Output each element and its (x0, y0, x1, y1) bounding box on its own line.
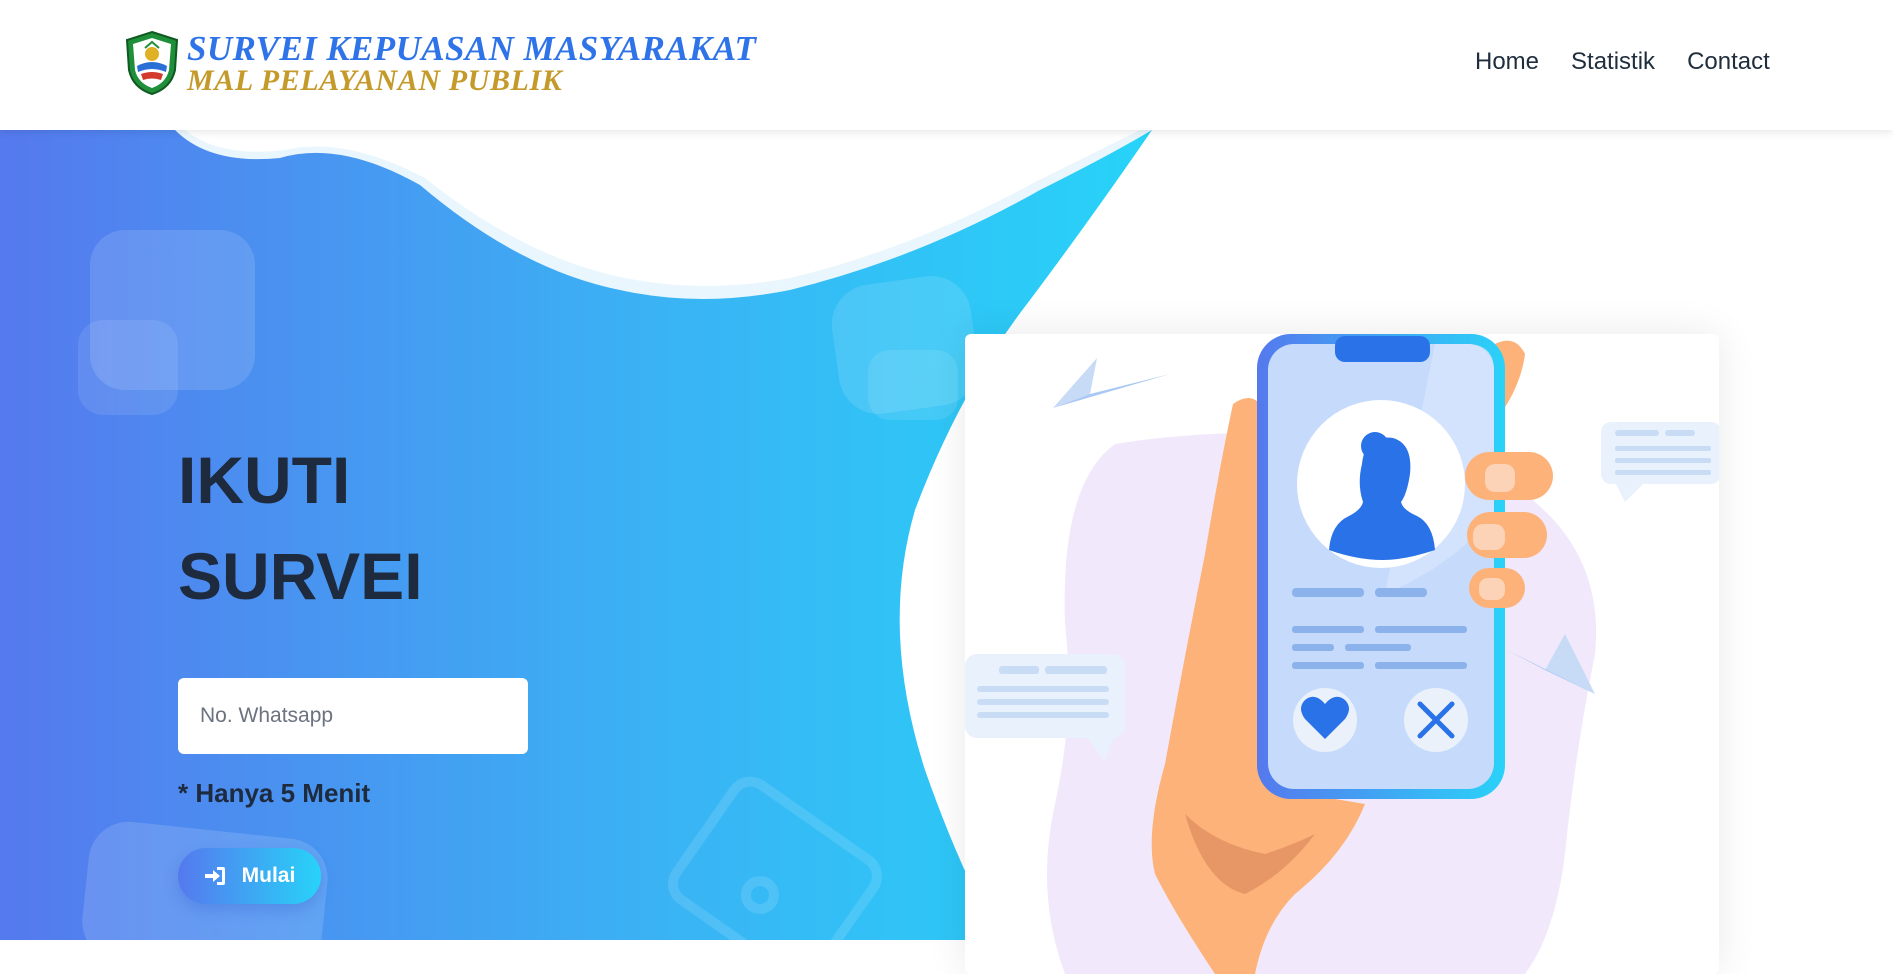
whatsapp-number-input[interactable] (178, 678, 528, 754)
nav-statistik-link[interactable]: Statistik (1571, 48, 1655, 76)
paper-plane-icon (1053, 358, 1170, 408)
hero-title-line-2: SURVEI (178, 539, 423, 613)
chat-bubble-icon (1601, 422, 1719, 502)
start-survey-button-label: Mulai (241, 864, 296, 887)
brand[interactable]: SURVEI KEPUASAN MASYARAKAT MAL PELAYANAN… (123, 30, 756, 96)
hero-title-line-1: IKUTI (178, 443, 351, 517)
duration-note: * Hanya 5 Menit (178, 778, 371, 808)
top-navbar: SURVEI KEPUASAN MASYARAKAT MAL PELAYANAN… (0, 0, 1893, 130)
start-survey-button[interactable]: Mulai (178, 848, 321, 904)
sign-in-icon (204, 867, 225, 885)
chat-bubble-icon (965, 654, 1125, 762)
nav-home-link[interactable]: Home (1475, 48, 1539, 76)
hero-title: IKUTI SURVEI (178, 432, 423, 624)
regional-emblem-logo (125, 30, 179, 96)
illustration-card (965, 334, 1719, 974)
nav-contact-link[interactable]: Contact (1687, 48, 1770, 76)
brand-subtitle: MAL PELAYANAN PUBLIK (187, 63, 563, 97)
brand-title: SURVEI KEPUASAN MASYARAKAT (187, 28, 757, 68)
main-nav: Home Statistik Contact (1475, 48, 1770, 76)
hand-holding-phone-illustration (965, 334, 1719, 974)
